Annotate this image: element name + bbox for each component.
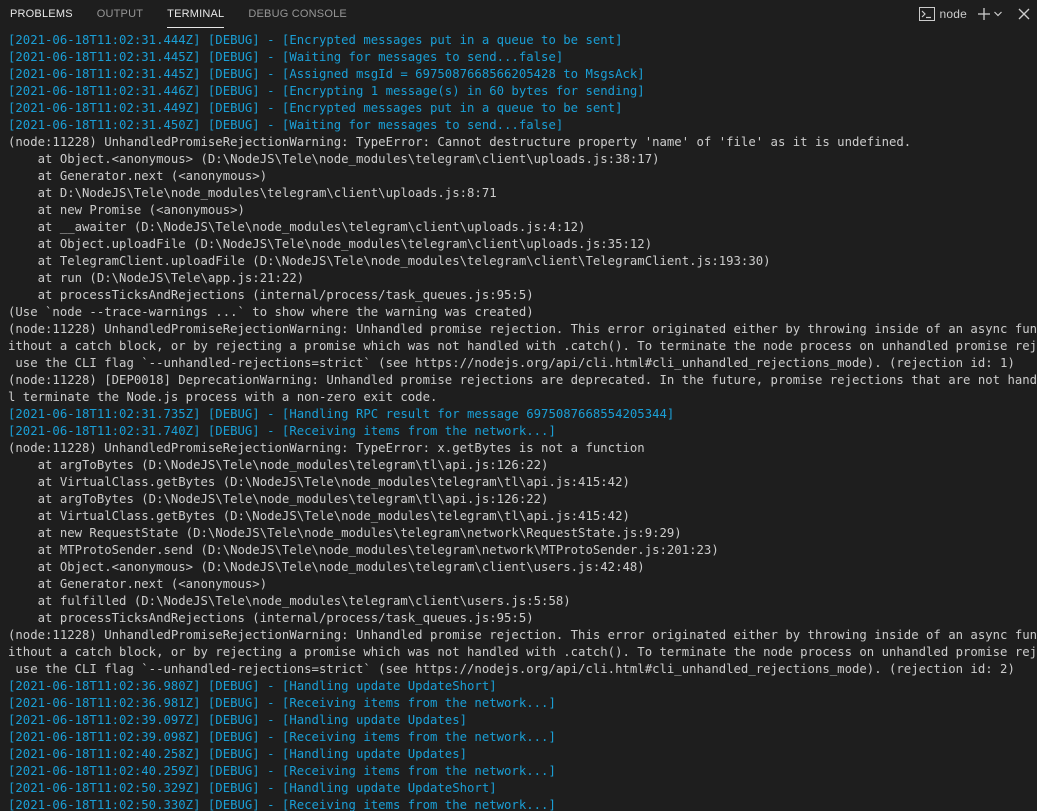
- close-icon: [1018, 8, 1030, 20]
- terminal-name: node: [939, 7, 967, 21]
- terminal-line: at argToBytes (D:\NodeJS\Tele\node_modul…: [8, 492, 549, 506]
- terminal-line-debug: [2021-06-18T11:02:31.444Z] [DEBUG] - [En…: [8, 33, 623, 47]
- terminal-line: at run (D:\NodeJS\Tele\app.js:21:22): [8, 271, 305, 285]
- terminal-line: (node:11228) UnhandledPromiseRejectionWa…: [8, 135, 912, 149]
- terminal-line: at Object.<anonymous> (D:\NodeJS\Tele\no…: [8, 152, 660, 166]
- tab-terminal[interactable]: TERMINAL: [167, 0, 225, 28]
- tab-debug-console[interactable]: DEBUG CONSOLE: [248, 0, 347, 28]
- chevron-down-icon: [994, 11, 1002, 17]
- terminal-line: use the CLI flag `--unhandled-rejections…: [8, 662, 1015, 676]
- terminal-output[interactable]: [2021-06-18T11:02:31.444Z] [DEBUG] - [En…: [0, 32, 1037, 811]
- terminal-line-debug: [2021-06-18T11:02:31.449Z] [DEBUG] - [En…: [8, 101, 623, 115]
- terminal-line-debug: [2021-06-18T11:02:31.740Z] [DEBUG] - [Re…: [8, 424, 556, 438]
- tab-output[interactable]: OUTPUT: [97, 0, 143, 28]
- terminal-line: ithout a catch block, or by rejecting a …: [8, 645, 1037, 659]
- terminal-line: at Object.<anonymous> (D:\NodeJS\Tele\no…: [8, 560, 645, 574]
- terminal-line-debug: [2021-06-18T11:02:40.259Z] [DEBUG] - [Re…: [8, 764, 556, 778]
- terminal-line-debug: [2021-06-18T11:02:39.097Z] [DEBUG] - [Ha…: [8, 713, 468, 727]
- terminal-line: at processTicksAndRejections (internal/p…: [8, 611, 534, 625]
- terminal-selector[interactable]: node: [918, 3, 968, 25]
- terminal-line: at MTProtoSender.send (D:\NodeJS\Tele\no…: [8, 543, 719, 557]
- terminal-line-debug: [2021-06-18T11:02:31.450Z] [DEBUG] - [Wa…: [8, 118, 564, 132]
- terminal-line: at Generator.next (<anonymous>): [8, 169, 268, 183]
- terminal-line: at processTicksAndRejections (internal/p…: [8, 288, 534, 302]
- new-terminal-button[interactable]: [977, 3, 991, 25]
- terminal-line-debug: [2021-06-18T11:02:39.098Z] [DEBUG] - [Re…: [8, 730, 556, 744]
- terminal-line: at Object.uploadFile (D:\NodeJS\Tele\nod…: [8, 237, 653, 251]
- terminal-line-debug: [2021-06-18T11:02:31.445Z] [DEBUG] - [Wa…: [8, 50, 564, 64]
- terminal-line: (node:11228) UnhandledPromiseRejectionWa…: [8, 441, 645, 455]
- terminal-line: at fulfilled (D:\NodeJS\Tele\node_module…: [8, 594, 571, 608]
- terminal-icon: [918, 7, 935, 21]
- tab-problems[interactable]: PROBLEMS: [10, 0, 73, 28]
- terminal-line: at argToBytes (D:\NodeJS\Tele\node_modul…: [8, 458, 549, 472]
- terminal-panel: PROBLEMS OUTPUT TERMINAL DEBUG CONSOLE n…: [0, 0, 1037, 811]
- terminal-line-debug: [2021-06-18T11:02:31.735Z] [DEBUG] - [Ha…: [8, 407, 675, 421]
- terminal-line: at D:\NodeJS\Tele\node_modules\telegram\…: [8, 186, 497, 200]
- terminal-line: at TelegramClient.uploadFile (D:\NodeJS\…: [8, 254, 771, 268]
- terminal-line: at VirtualClass.getBytes (D:\NodeJS\Tele…: [8, 509, 630, 523]
- panel-actions: node: [918, 0, 1037, 28]
- terminal-line: (node:11228) UnhandledPromiseRejectionWa…: [8, 322, 1037, 336]
- terminal-line-debug: [2021-06-18T11:02:36.981Z] [DEBUG] - [Re…: [8, 696, 556, 710]
- panel-tabs: PROBLEMS OUTPUT TERMINAL DEBUG CONSOLE: [0, 0, 371, 28]
- terminal-line: at VirtualClass.getBytes (D:\NodeJS\Tele…: [8, 475, 630, 489]
- terminal-line: at new Promise (<anonymous>): [8, 203, 245, 217]
- terminal-line-debug: [2021-06-18T11:02:40.258Z] [DEBUG] - [Ha…: [8, 747, 468, 761]
- terminal-line: (node:11228) UnhandledPromiseRejectionWa…: [8, 628, 1037, 642]
- terminal-line-debug: [2021-06-18T11:02:50.330Z] [DEBUG] - [Re…: [8, 798, 556, 811]
- terminal-line: (Use `node --trace-warnings ...` to show…: [8, 305, 534, 319]
- terminal-line-debug: [2021-06-18T11:02:31.445Z] [DEBUG] - [As…: [8, 67, 645, 81]
- panel-tab-bar: PROBLEMS OUTPUT TERMINAL DEBUG CONSOLE n…: [0, 0, 1037, 28]
- terminal-line: ithout a catch block, or by rejecting a …: [8, 339, 1037, 353]
- terminal-line: at Generator.next (<anonymous>): [8, 577, 268, 591]
- terminal-line: at new RequestState (D:\NodeJS\Tele\node…: [8, 526, 682, 540]
- plus-icon: [978, 8, 990, 20]
- terminal-line: use the CLI flag `--unhandled-rejections…: [8, 356, 1015, 370]
- close-panel-button[interactable]: [1017, 3, 1031, 25]
- terminal-line: (node:11228) [DEP0018] DeprecationWarnin…: [8, 373, 1037, 387]
- terminal-line: at __awaiter (D:\NodeJS\Tele\node_module…: [8, 220, 586, 234]
- terminal-line: l terminate the Node.js process with a n…: [8, 390, 438, 404]
- terminal-line-debug: [2021-06-18T11:02:50.329Z] [DEBUG] - [Ha…: [8, 781, 497, 795]
- terminal-line-debug: [2021-06-18T11:02:31.446Z] [DEBUG] - [En…: [8, 84, 645, 98]
- launch-profile-button[interactable]: [993, 3, 1003, 25]
- terminal-line-debug: [2021-06-18T11:02:36.980Z] [DEBUG] - [Ha…: [8, 679, 497, 693]
